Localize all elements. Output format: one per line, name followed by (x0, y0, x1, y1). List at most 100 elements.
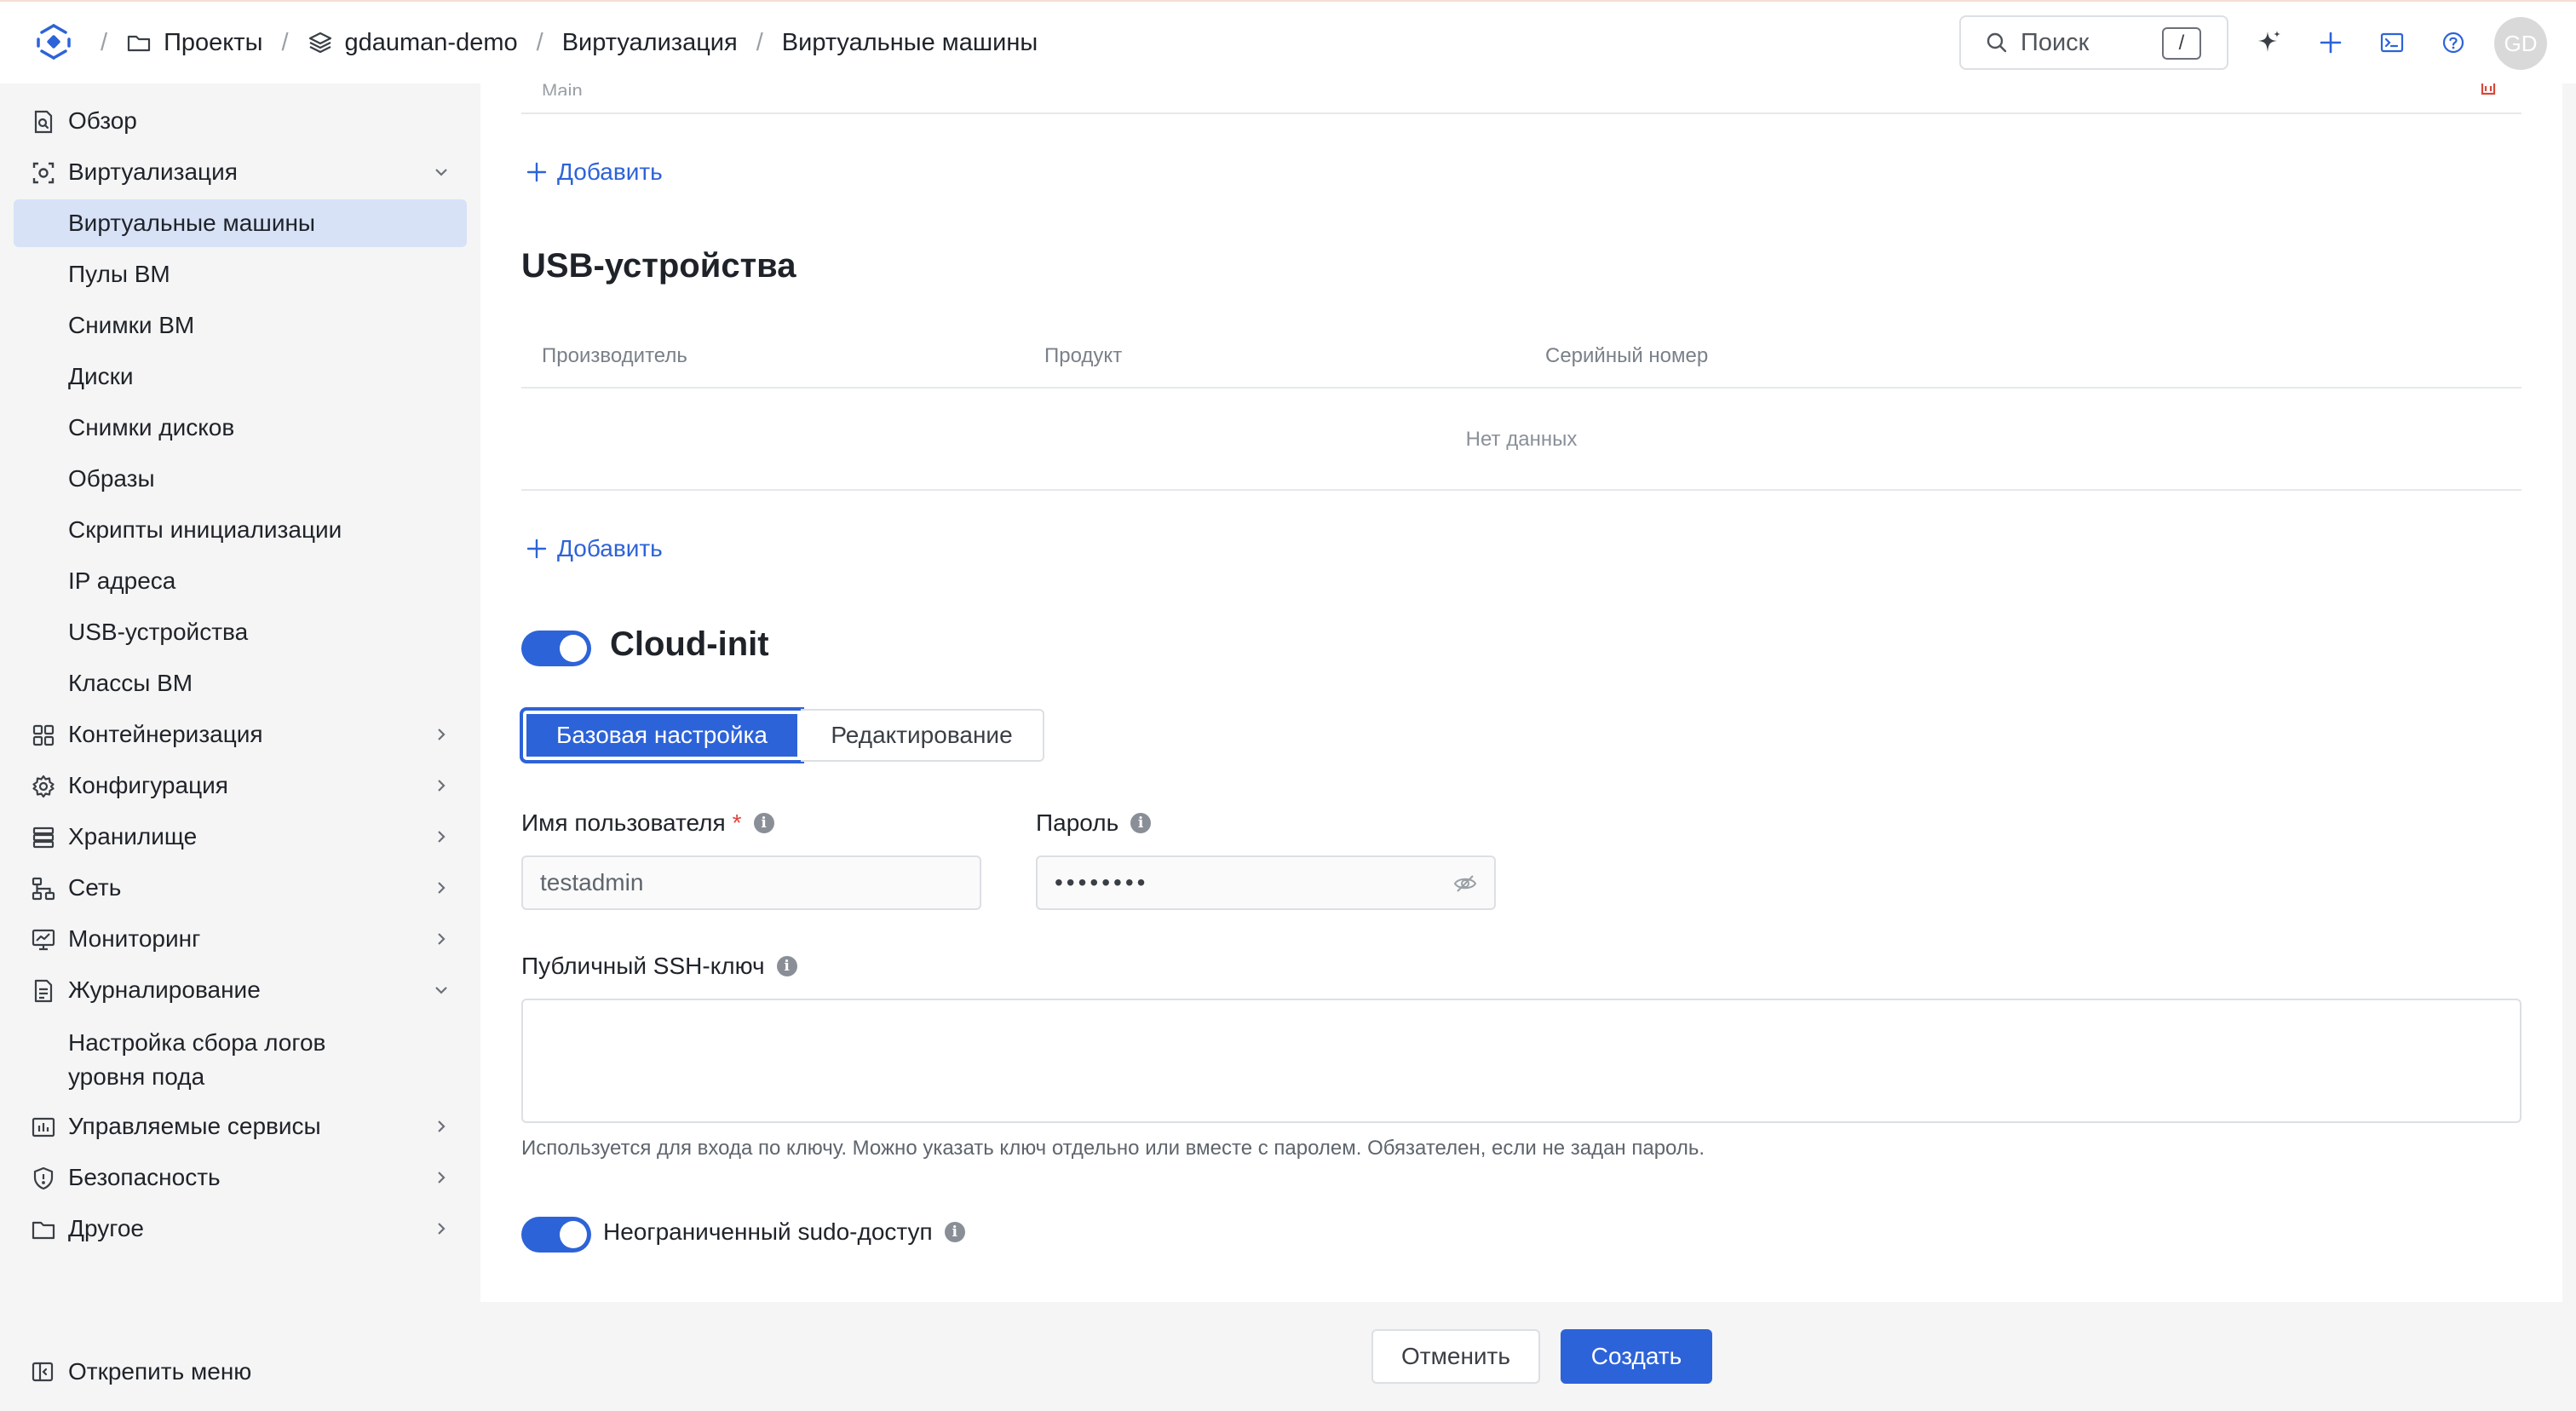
sidebar: Обзор Виртуализация Виртуальные машины П… (0, 84, 477, 1411)
sidebar-item-ip-addresses[interactable]: IP адреса (14, 557, 467, 605)
terminal-button[interactable] (2377, 27, 2407, 58)
tab-basic-settings[interactable]: Базовая настройка (521, 709, 802, 762)
sidebar-item-storage[interactable]: Хранилище (14, 813, 467, 861)
table-header-divider (521, 387, 2521, 389)
search-box[interactable]: Поиск / (1959, 15, 2228, 70)
sidebar-item-label-line1: Настройка сбора логов (68, 1029, 326, 1056)
search-placeholder: Поиск (2021, 28, 2090, 56)
chevron-right-icon (438, 729, 446, 740)
add-label: Добавить (557, 158, 663, 185)
sidebar-item-label: Хранилище (68, 823, 198, 849)
sidebar-item-disk-snapshots[interactable]: Снимки дисков (14, 404, 467, 452)
sidebar-item-virtual-machines[interactable]: Виртуальные машины (14, 199, 467, 247)
breadcrumb-project[interactable]: gdauman-demo (308, 29, 518, 57)
info-icon[interactable]: i (776, 956, 797, 976)
sidebar-item-label: Управляемые сервисы (68, 1113, 321, 1139)
virtualization-icon (32, 162, 55, 184)
ssh-key-textarea[interactable] (521, 999, 2521, 1123)
chevron-right-icon (438, 882, 446, 894)
username-input[interactable]: testadmin (521, 855, 981, 910)
document-icon (34, 979, 53, 1003)
usb-section-title: USB-устройства (521, 247, 796, 285)
ssh-key-label-text: Публичный SSH-ключ (521, 953, 765, 979)
sidebar-item-label: Обзор (68, 107, 137, 134)
folder-icon (127, 35, 151, 52)
sidebar-item-label: Журналирование (68, 976, 261, 1003)
breadcrumb-separator: / (101, 28, 108, 56)
breadcrumb-section[interactable]: Виртуализация (562, 29, 738, 57)
add-button[interactable] (2315, 27, 2346, 58)
add-usb-device-button[interactable]: Добавить (525, 535, 663, 562)
chevron-down-icon (435, 169, 447, 176)
create-button[interactable]: Создать (1561, 1329, 1712, 1384)
info-icon[interactable]: i (1130, 813, 1152, 833)
chevron-right-icon (438, 831, 446, 843)
layers-icon (308, 32, 331, 54)
password-input[interactable]: •••••••• (1036, 855, 1496, 910)
sidebar-item-managed-services[interactable]: Управляемые сервисы (14, 1103, 467, 1150)
column-header-serial: Серийный номер (1545, 344, 1709, 367)
breadcrumb-separator: / (536, 28, 543, 56)
ai-assistant-button[interactable] (2254, 27, 2285, 58)
sudo-access-toggle[interactable] (521, 1217, 591, 1253)
column-header-vendor: Производитель (542, 344, 687, 367)
add-network-button[interactable]: Добавить (525, 158, 663, 186)
info-icon[interactable]: i (944, 1222, 965, 1242)
main-content: Main Добавить USB-устройства Производите… (480, 80, 2562, 1302)
folder-icon (32, 1221, 55, 1240)
password-value: •••••••• (1055, 869, 1149, 896)
sidebar-item-disks[interactable]: Диски (14, 353, 467, 400)
plus-icon (526, 162, 547, 182)
table-bottom-divider (521, 489, 2521, 491)
sidebar-item-containerization[interactable]: Контейнеризация (14, 711, 467, 758)
services-icon (32, 1117, 55, 1137)
help-icon (2442, 32, 2464, 54)
sidebar-item-virtualization[interactable]: Виртуализация (14, 148, 467, 196)
sidebar-item-configuration[interactable]: Конфигурация (14, 762, 467, 809)
sidebar-item-vm-pools[interactable]: Пулы ВМ (14, 251, 467, 298)
sidebar-item-init-scripts[interactable]: Скрипты инициализации (14, 506, 467, 554)
cloud-init-toggle[interactable] (521, 631, 591, 666)
document-search-icon (34, 110, 53, 134)
sidebar-item-vm-snapshots[interactable]: Снимки ВМ (14, 302, 467, 349)
username-label-text: Имя пользователя (521, 809, 726, 836)
sidebar-item-label: Контейнеризация (68, 721, 263, 747)
cut-off-row-text: Main (542, 80, 583, 95)
sidebar-panel-icon (32, 1362, 54, 1382)
eye-off-icon[interactable] (1453, 873, 1477, 895)
sidebar-item-label: Мониторинг (68, 925, 201, 952)
sidebar-item-security[interactable]: Безопасность (14, 1154, 467, 1201)
app-logo-icon[interactable] (34, 22, 73, 61)
sidebar-item-label: Виртуализация (68, 158, 238, 185)
sidebar-item-other[interactable]: Другое (14, 1205, 467, 1253)
user-avatar[interactable]: GD (2494, 17, 2547, 70)
info-icon[interactable]: i (753, 813, 774, 833)
sidebar-item-label: Диски (68, 363, 134, 389)
unpin-menu-button[interactable]: Открепить меню (31, 1358, 251, 1385)
sidebar-item-label: Снимки дисков (68, 414, 235, 441)
help-button[interactable] (2438, 27, 2469, 58)
delete-icon[interactable] (2475, 84, 2501, 95)
sidebar-item-pod-log-collection[interactable]: Настройка сбора логов уровня пода (14, 1017, 467, 1090)
sidebar-item-overview[interactable]: Обзор (14, 97, 467, 145)
gear-icon (32, 775, 55, 798)
ssh-key-label: Публичный SSH-ключ i (521, 953, 797, 980)
chevron-right-icon (438, 1120, 446, 1132)
sidebar-item-vm-classes[interactable]: Классы ВМ (14, 659, 467, 707)
sidebar-item-label: Виртуальные машины (68, 210, 316, 236)
search-shortcut-key: / (2162, 27, 2201, 60)
cancel-button[interactable]: Отменить (1371, 1329, 1540, 1384)
required-mark: * (732, 809, 742, 836)
sidebar-item-network[interactable]: Сеть (14, 864, 467, 912)
sidebar-item-images[interactable]: Образы (14, 455, 467, 503)
sparkle-icon (2258, 31, 2280, 52)
search-icon (1987, 32, 2007, 53)
breadcrumb-projects[interactable]: Проекты (126, 29, 262, 57)
sidebar-item-logging[interactable]: Журналирование (14, 966, 467, 1014)
tab-editing[interactable]: Редактирование (801, 709, 1044, 762)
breadcrumb-project-label: gdauman-demo (344, 28, 518, 56)
sidebar-item-usb-devices[interactable]: USB-устройства (14, 608, 467, 656)
breadcrumb: / Проекты / gdauman-demo / Виртуализация… (82, 2, 1038, 84)
sidebar-item-monitoring[interactable]: Мониторинг (14, 915, 467, 963)
monitor-chart-icon (32, 929, 55, 951)
